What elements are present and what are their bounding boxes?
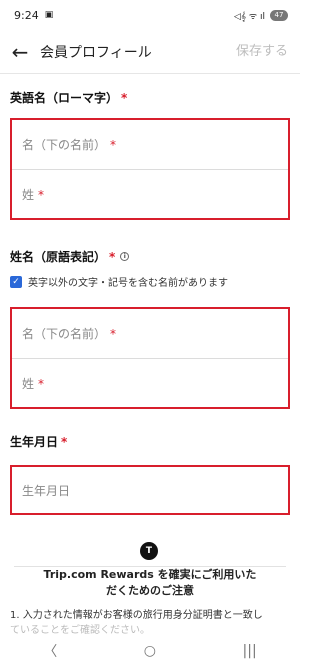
- nav-back-icon[interactable]: 〈: [43, 641, 57, 661]
- rewards-title-line1: Trip.com Rewards を確実にご利用いた: [43, 568, 257, 581]
- required-mark: *: [38, 376, 45, 391]
- arrow-left-icon: ←: [11, 39, 29, 64]
- nav-home-icon[interactable]: ○: [144, 643, 156, 659]
- screenshot-icon: ▣: [44, 10, 54, 20]
- rewards-title-line2: だくためのご注意: [106, 584, 194, 597]
- status-left: 9:24 ▣: [14, 9, 53, 22]
- required-mark: *: [61, 434, 68, 449]
- required-mark: *: [38, 187, 45, 202]
- english-first-name-field[interactable]: 名（下の名前） *: [12, 120, 288, 169]
- section-title-english-name: 英語名（ローマ字） *: [10, 89, 127, 106]
- birthdate-label: 生年月日: [10, 435, 59, 449]
- notice-line1: 1. 入力された情報がお客様の旅行用身分証明書と一致し: [10, 610, 263, 621]
- save-button[interactable]: 保存する: [236, 30, 288, 74]
- checkbox-label: 英字以外の文字・記号を含む名前があります: [28, 278, 228, 289]
- english-last-name-placeholder: 姓: [22, 188, 35, 202]
- page-title: 会員プロフィール: [40, 44, 152, 61]
- native-name-field-group: 名（下の名前） * 姓 *: [10, 307, 290, 409]
- native-name-label: 姓名（原語表記）: [10, 250, 107, 264]
- info-icon[interactable]: i: [120, 252, 130, 261]
- required-mark: *: [121, 90, 128, 105]
- english-name-label: 英語名（ローマ字）: [10, 91, 119, 105]
- english-last-name-field[interactable]: 姓 *: [12, 170, 288, 219]
- trip-rewards-icon: T: [140, 542, 158, 560]
- section-title-birthdate: 生年月日 *: [10, 433, 67, 450]
- status-right: ◁𝄞 ᯤ ıl 47: [234, 9, 288, 22]
- native-last-name-placeholder: 姓: [22, 377, 35, 391]
- app-header: ← 会員プロフィール 保存する: [0, 30, 300, 74]
- system-nav-bar: 〈 ○ |||: [0, 634, 300, 667]
- birthdate-placeholder: 生年月日: [22, 483, 71, 498]
- required-mark: *: [109, 249, 116, 264]
- section-title-native-name: 姓名（原語表記） * i: [10, 248, 130, 265]
- english-name-field-group: 名（下の名前） * 姓 *: [10, 118, 290, 220]
- native-first-name-placeholder: 名（下の名前）: [22, 327, 107, 341]
- birthdate-field[interactable]: 生年月日: [12, 467, 288, 513]
- native-first-name-field[interactable]: 名（下の名前） *: [12, 309, 288, 358]
- status-bar: 9:24 ▣ ◁𝄞 ᯤ ıl 47: [0, 0, 300, 30]
- english-first-name-placeholder: 名（下の名前）: [22, 138, 107, 152]
- non-latin-name-checkbox-row[interactable]: ✓ 英字以外の文字・記号を含む名前があります: [10, 274, 228, 289]
- back-button[interactable]: ←: [0, 30, 40, 74]
- checkbox-checked-icon[interactable]: ✓: [10, 275, 22, 288]
- birthdate-field-group: 生年月日: [10, 465, 290, 515]
- native-last-name-field[interactable]: 姓 *: [12, 359, 288, 408]
- nav-recents-icon[interactable]: |||: [243, 643, 257, 659]
- required-mark: *: [110, 137, 117, 152]
- status-time: 9:24: [14, 8, 39, 22]
- status-icons: ◁𝄞 ᯤ ıl: [233, 11, 265, 22]
- required-mark: *: [110, 326, 117, 341]
- battery-icon: 47: [270, 9, 288, 21]
